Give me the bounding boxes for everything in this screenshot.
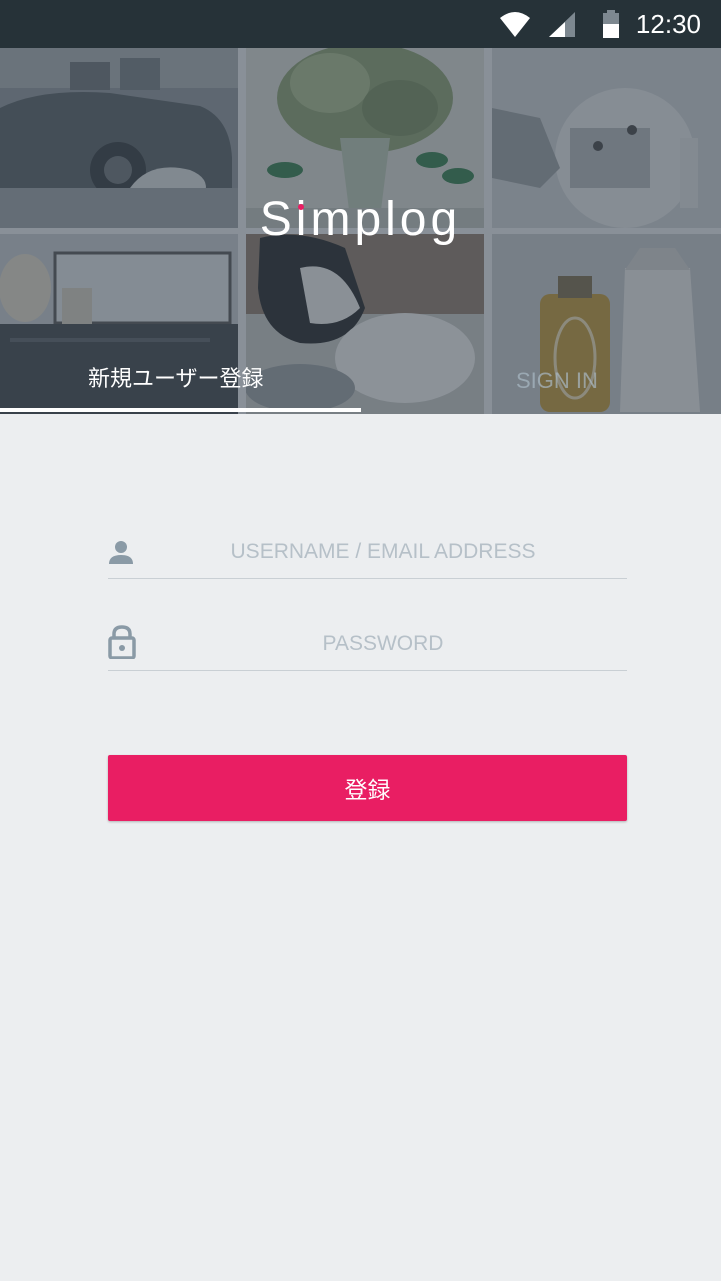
active-tab-indicator: [0, 408, 361, 412]
logo-accent-dot: [298, 204, 304, 210]
header: Simplog 新規ユーザー登録 SIGN IN: [0, 48, 721, 414]
tab-sign-in-label: SIGN IN: [516, 368, 598, 393]
username-field: [108, 520, 627, 579]
status-time: 12:30: [635, 9, 701, 39]
tab-register[interactable]: 新規ユーザー登録: [0, 362, 360, 414]
tab-register-label: 新規ユーザー登録: [88, 366, 264, 391]
register-button[interactable]: 登録: [108, 755, 627, 821]
password-input[interactable]: [148, 624, 618, 664]
tab-sign-in[interactable]: SIGN IN: [360, 362, 720, 414]
cell-signal-icon: [549, 12, 577, 43]
app-logo: Simplog: [259, 193, 462, 246]
battery-icon: [601, 10, 621, 43]
password-field: [108, 612, 627, 671]
lock-icon: [108, 625, 136, 664]
status-bar: 12:30: [0, 0, 721, 48]
person-icon: [108, 540, 134, 571]
wifi-icon: [500, 12, 530, 43]
username-input[interactable]: [148, 532, 618, 572]
